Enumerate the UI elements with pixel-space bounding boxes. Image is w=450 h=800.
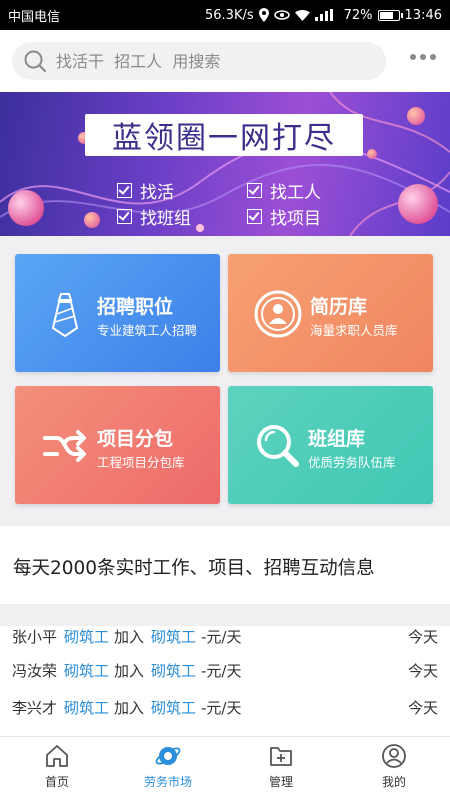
join-label: 加入 — [114, 661, 145, 680]
planet-icon — [155, 747, 181, 765]
card-subtitle: 海量求职人员库 — [310, 323, 398, 338]
info-section: 每天2000条实时工作、项目、招聘互动信息 — [0, 526, 450, 604]
card-title: 招聘职位 — [97, 296, 174, 318]
eye-icon — [273, 10, 290, 20]
card-title: 班组库 — [308, 428, 366, 450]
battery-percent: 72% — [343, 7, 373, 23]
resume-library-card[interactable]: 简历库 海量求职人员库 — [228, 254, 433, 372]
clock: 13:46 — [404, 7, 442, 23]
banner-item-find-workers: 找工人 — [247, 178, 321, 203]
date-label: 今天 — [407, 627, 438, 646]
person-badge-icon — [254, 290, 302, 338]
battery-icon — [377, 9, 403, 21]
checkbox-icon — [247, 183, 262, 198]
checkbox-icon — [247, 209, 262, 224]
tab-labor-market[interactable]: 劳务市场 — [128, 743, 208, 790]
activity-feed[interactable]: 张小平 砌筑工 加入 砌筑工 -元/天 今天 冯汝荣 砌筑工 加入 砌筑工 -元… — [0, 626, 450, 736]
banner-title-box: 蓝领圈一网打尽 — [85, 114, 363, 156]
trade-link[interactable]: 砌筑工 — [64, 660, 109, 681]
team-library-card[interactable]: 班组库 优质劳务队伍库 — [228, 386, 433, 504]
tab-label: 我的 — [381, 775, 406, 789]
banner-item-find-project: 找项目 — [247, 204, 321, 229]
feed-row[interactable]: 冯汝荣 砌筑工 加入 砌筑工 -元/天 今天 — [0, 652, 450, 688]
folder-plus-icon — [270, 747, 292, 766]
status-bar: 中国电信 56.3K/s 72% 13:46 — [0, 0, 450, 30]
banner-item-find-work: 找活 — [117, 178, 174, 203]
join-label: 加入 — [114, 627, 145, 646]
tab-profile[interactable]: 我的 — [354, 743, 434, 790]
worker-name: 冯汝荣 — [12, 661, 58, 680]
search-box[interactable] — [12, 42, 386, 80]
worker-name: 李兴才 — [12, 698, 58, 717]
more-menu-icon[interactable] — [410, 54, 436, 60]
card-title: 简历库 — [310, 296, 368, 318]
location-icon — [258, 8, 269, 22]
tab-label: 管理 — [268, 775, 293, 789]
worker-name: 张小平 — [12, 627, 58, 646]
banner-item-find-team: 找班组 — [117, 204, 191, 229]
trade-link[interactable]: 砌筑工 — [151, 660, 196, 681]
bottom-tab-bar: 首页 劳务市场 管理 我的 — [0, 736, 450, 800]
tab-home[interactable]: 首页 — [17, 743, 97, 790]
home-icon — [46, 745, 68, 767]
card-subtitle: 工程项目分包库 — [97, 455, 185, 470]
job-posting-card[interactable]: 招聘职位 专业建筑工人招聘 — [15, 254, 220, 372]
search-input[interactable] — [54, 50, 358, 72]
tie-icon — [51, 293, 79, 338]
project-subcontract-card[interactable]: 项目分包 工程项目分包库 — [15, 386, 220, 504]
trade-link[interactable]: 砌筑工 — [151, 697, 196, 718]
promo-banner[interactable]: 蓝领圈一网打尽 找活 找工人 找班组 找项目 — [0, 92, 450, 236]
trade-link[interactable]: 砌筑工 — [64, 697, 109, 718]
user-icon — [382, 744, 406, 768]
banner-title: 蓝领圈一网打尽 — [112, 121, 336, 156]
magnifier-icon — [257, 425, 299, 467]
card-subtitle: 优质劳务队伍库 — [308, 455, 396, 470]
wage-label: -元/天 — [201, 698, 242, 717]
trade-link[interactable]: 砌筑工 — [64, 626, 109, 647]
trade-link[interactable]: 砌筑工 — [151, 626, 196, 647]
join-label: 加入 — [114, 698, 145, 717]
search-icon — [24, 50, 46, 72]
checkbox-icon — [117, 183, 132, 198]
feed-row[interactable]: 李兴才 砌筑工 加入 砌筑工 -元/天 今天 — [0, 689, 450, 725]
checkbox-icon — [117, 209, 132, 224]
network-speed: 56.3K/s — [205, 7, 254, 23]
feature-grid: 招聘职位 专业建筑工人招聘 简历库 海量求职人员库 项目分包 工程项目分包库 班… — [0, 236, 450, 526]
tab-label: 劳务市场 — [143, 775, 192, 789]
section-divider — [0, 604, 450, 626]
date-label: 今天 — [407, 661, 438, 680]
wage-label: -元/天 — [201, 661, 242, 680]
date-label: 今天 — [407, 698, 438, 717]
status-indicators: 56.3K/s 72% 13:46 — [205, 8, 442, 23]
wage-label: -元/天 — [201, 627, 242, 646]
search-header — [0, 30, 450, 92]
carrier-label: 中国电信 — [8, 9, 61, 25]
tab-manage[interactable]: 管理 — [241, 743, 321, 790]
wifi-icon — [294, 9, 310, 21]
card-subtitle: 专业建筑工人招聘 — [97, 323, 198, 338]
feed-row[interactable]: 张小平 砌筑工 加入 砌筑工 -元/天 今天 — [0, 626, 450, 654]
branch-arrows-icon — [43, 430, 86, 462]
tab-label: 首页 — [44, 775, 69, 789]
info-headline: 每天2000条实时工作、项目、招聘互动信息 — [13, 558, 375, 579]
signal-icon — [314, 9, 333, 21]
card-title: 项目分包 — [97, 428, 174, 450]
